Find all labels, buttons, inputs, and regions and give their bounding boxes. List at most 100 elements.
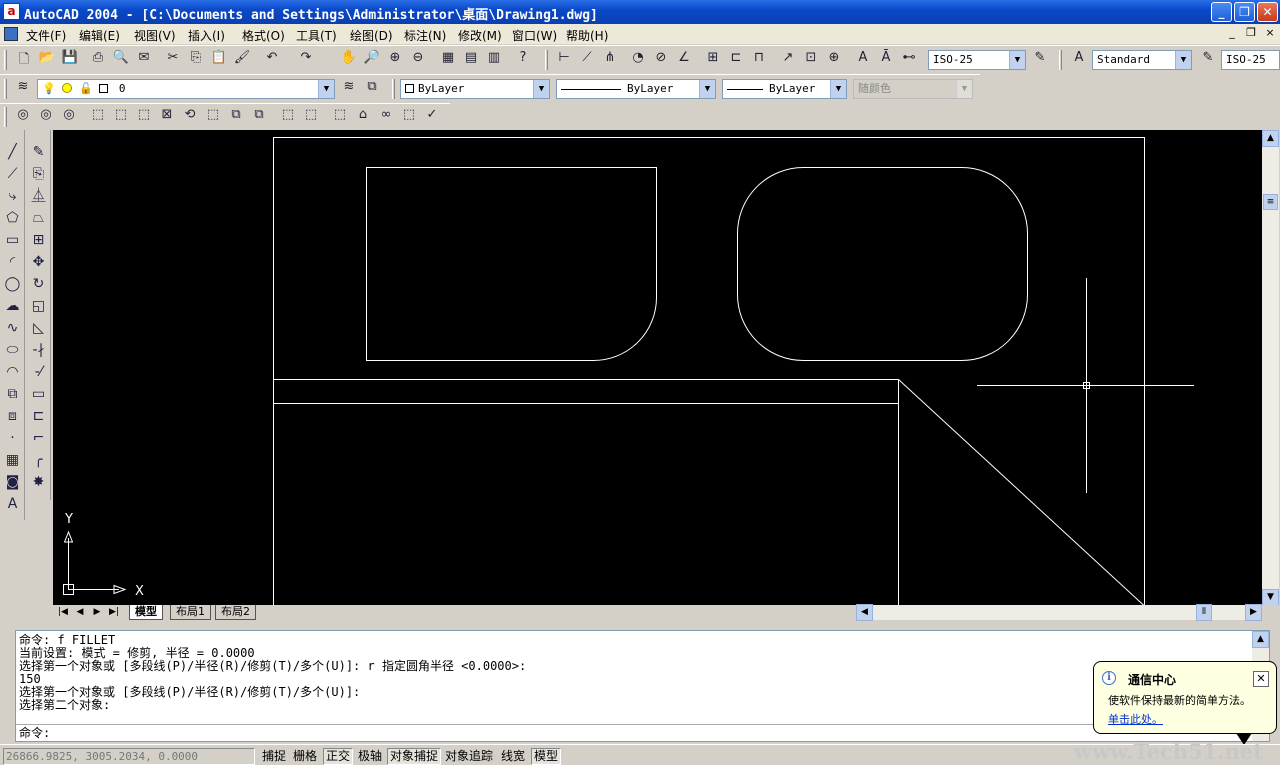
- shell-icon[interactable]: ⬚: [399, 107, 419, 127]
- circle-icon[interactable]: ◯: [2, 274, 23, 294]
- chevron-down-icon[interactable]: ▼: [318, 80, 334, 98]
- hatch-icon[interactable]: ▦: [2, 450, 23, 470]
- zoom-previous-icon[interactable]: ⊖: [408, 50, 428, 70]
- scroll-up-icon[interactable]: ▲: [1252, 631, 1269, 648]
- point-icon[interactable]: ·: [2, 428, 23, 448]
- chevron-down-icon[interactable]: ▼: [1009, 51, 1025, 69]
- coordinates-display[interactable]: 26866.9825, 3005.2034, 0.0000: [3, 748, 255, 765]
- extrude-faces-icon[interactable]: ⬚: [88, 107, 108, 127]
- copy-icon[interactable]: ⎘: [186, 50, 206, 70]
- delete-faces-icon[interactable]: ⊠: [157, 107, 177, 127]
- osnap-toggle[interactable]: 对象捕捉: [387, 748, 442, 765]
- help-icon[interactable]: ?: [513, 50, 533, 70]
- multiline-text-icon[interactable]: A: [2, 494, 23, 514]
- extend-icon[interactable]: -⁄: [28, 362, 49, 382]
- properties-icon[interactable]: ▦: [438, 50, 458, 70]
- scroll-thumb[interactable]: ≡: [1263, 194, 1278, 210]
- arc-icon[interactable]: ◜: [2, 252, 23, 272]
- menu-insert[interactable]: 插入(I): [188, 27, 225, 44]
- dimstyle-manager-icon[interactable]: ✎: [1030, 50, 1050, 70]
- layer-select[interactable]: 💡 🔓 0 ▼: [37, 79, 335, 99]
- spline-icon[interactable]: ∿: [2, 318, 23, 338]
- fillet-icon[interactable]: ╭: [28, 450, 49, 470]
- tool-palettes-icon[interactable]: ▥: [484, 50, 504, 70]
- layer-previous-icon[interactable]: ⧉: [362, 79, 382, 99]
- toolbar-grip[interactable]: [4, 107, 7, 127]
- menu-dimension[interactable]: 标注(N): [404, 27, 446, 44]
- tab-next-icon[interactable]: ▶: [89, 605, 105, 620]
- layer-manager-icon[interactable]: ≋: [13, 79, 33, 99]
- balloon-link[interactable]: 单击此处。: [1108, 711, 1163, 727]
- dim-diameter-icon[interactable]: ⊘: [651, 50, 671, 70]
- subtract-icon[interactable]: ◎: [36, 107, 56, 127]
- leader-icon[interactable]: ↗: [778, 50, 798, 70]
- menu-format[interactable]: 格式(O): [242, 27, 285, 44]
- balloon-close-icon[interactable]: ✕: [1253, 671, 1269, 687]
- toolbar-grip[interactable]: [1059, 50, 1062, 70]
- hscroll-thumb[interactable]: ⦀: [1196, 604, 1212, 621]
- print-icon[interactable]: ⎙: [88, 50, 108, 70]
- dim-aligned-icon[interactable]: ⟋: [577, 50, 597, 70]
- taper-faces-icon[interactable]: ⬚: [203, 107, 223, 127]
- tab-layout2[interactable]: 布局2: [215, 605, 256, 620]
- tab-first-icon[interactable]: |◀: [55, 605, 71, 620]
- tab-last-icon[interactable]: ▶|: [106, 605, 122, 620]
- clean-icon[interactable]: ⌂: [353, 107, 373, 127]
- polar-toggle[interactable]: 极轴: [355, 748, 385, 765]
- menu-window[interactable]: 窗口(W): [512, 27, 557, 44]
- tolerance-icon[interactable]: ⊡: [801, 50, 821, 70]
- document-icon[interactable]: [4, 27, 18, 41]
- tab-layout1[interactable]: 布局1: [170, 605, 211, 620]
- menu-edit[interactable]: 编辑(E): [79, 27, 120, 44]
- lineweight-select[interactable]: ByLayer ▼: [722, 79, 847, 99]
- cut-icon[interactable]: ✂: [163, 50, 183, 70]
- minimize-button[interactable]: _: [1211, 2, 1232, 22]
- color-faces-icon[interactable]: ⧉: [249, 107, 269, 127]
- chamfer-icon[interactable]: ⌐: [28, 428, 49, 448]
- menu-modify[interactable]: 修改(M): [458, 27, 502, 44]
- menu-tools[interactable]: 工具(T): [296, 27, 337, 44]
- plot-preview-icon[interactable]: 🔍: [111, 50, 131, 70]
- textstyle-select[interactable]: Standard ▼: [1092, 50, 1192, 70]
- check-icon[interactable]: ✓: [422, 107, 442, 127]
- zoom-window-icon[interactable]: ⊕: [385, 50, 405, 70]
- tab-model[interactable]: 模型: [129, 605, 163, 620]
- undo-icon[interactable]: ↶: [262, 50, 282, 70]
- scroll-down-icon[interactable]: ▼: [1262, 589, 1279, 606]
- scroll-right-icon[interactable]: ▶: [1245, 604, 1262, 621]
- trim-icon[interactable]: -∤: [28, 340, 49, 360]
- horizontal-scrollbar[interactable]: ◀ ⦀ ▶: [856, 604, 1262, 621]
- design-center-icon[interactable]: ▤: [461, 50, 481, 70]
- polygon-icon[interactable]: ⬠: [2, 208, 23, 228]
- make-object-layer-current-icon[interactable]: ≋: [339, 79, 359, 99]
- vertical-scrollbar[interactable]: ▲ ≡ ▼: [1262, 130, 1279, 606]
- construction-line-icon[interactable]: ⟋: [2, 164, 23, 184]
- erase-icon[interactable]: ✎: [28, 142, 49, 162]
- insert-block-icon[interactable]: ⧉: [2, 384, 23, 404]
- offset-faces-icon[interactable]: ⬚: [134, 107, 154, 127]
- scroll-up-icon[interactable]: ▲: [1262, 130, 1279, 147]
- dim-baseline-icon[interactable]: ⊏: [726, 50, 746, 70]
- union-icon[interactable]: ◎: [13, 107, 33, 127]
- imprint-icon[interactable]: ⬚: [330, 107, 350, 127]
- ortho-toggle[interactable]: 正交: [323, 748, 354, 765]
- chevron-down-icon[interactable]: ▼: [699, 80, 715, 98]
- rectangle-icon[interactable]: ▭: [2, 230, 23, 250]
- otrack-toggle[interactable]: 对象追踪: [442, 748, 496, 765]
- copy-edges-icon[interactable]: ⬚: [278, 107, 298, 127]
- menu-draw[interactable]: 绘图(D): [350, 27, 393, 44]
- dim-ordinate-icon[interactable]: ⋔: [600, 50, 620, 70]
- paste-icon[interactable]: 📋: [209, 50, 229, 70]
- dim-radius-icon[interactable]: ◔: [628, 50, 648, 70]
- dim-text-edit-icon[interactable]: Ā: [876, 50, 896, 70]
- move-faces-icon[interactable]: ⬚: [111, 107, 131, 127]
- copy-object-icon[interactable]: ⎘: [28, 164, 49, 184]
- grid-toggle[interactable]: 栅格: [290, 748, 320, 765]
- break-at-point-icon[interactable]: ▭: [28, 384, 49, 404]
- zoom-realtime-icon[interactable]: 🔎: [362, 50, 382, 70]
- tab-prev-icon[interactable]: ◀: [72, 605, 88, 620]
- mdi-restore-button[interactable]: ❐: [1243, 26, 1259, 41]
- toolbar-grip[interactable]: [392, 79, 395, 99]
- table-style-icon[interactable]: ✎: [1198, 50, 1218, 70]
- mirror-icon[interactable]: ⏅: [28, 186, 49, 206]
